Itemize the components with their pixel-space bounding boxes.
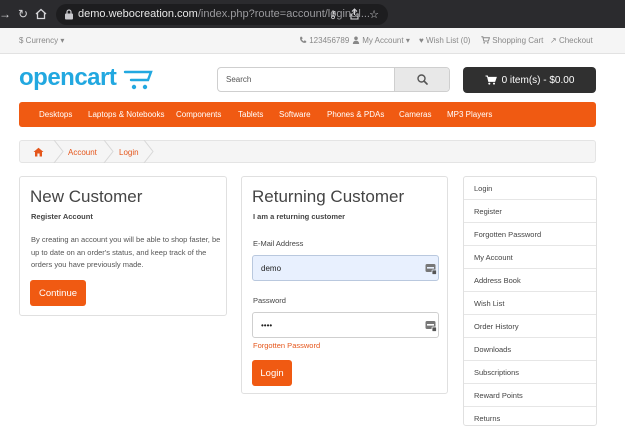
- search-bar: [217, 67, 450, 92]
- cart-total-label: 0 item(s) - $0.00: [501, 74, 575, 86]
- new-customer-title: New Customer: [30, 187, 143, 206]
- password-label: Password: [253, 296, 286, 305]
- share-icon[interactable]: [347, 8, 361, 22]
- returning-customer-heading: I am a returning customer: [253, 212, 346, 221]
- breadcrumb-separator: [53, 140, 64, 163]
- sidebar-item-forgotten-password[interactable]: Forgotten Password: [464, 223, 596, 246]
- continue-button[interactable]: Continue: [30, 280, 86, 306]
- breadcrumb-separator: [143, 140, 154, 163]
- account-sidebar: Login Register Forgotten Password My Acc…: [463, 176, 597, 426]
- currency-dropdown[interactable]: $ Currency ▾: [19, 36, 64, 45]
- search-button[interactable]: [394, 68, 449, 91]
- sidebar-item-downloads[interactable]: Downloads: [464, 338, 596, 361]
- new-customer-panel: New Customer Register Account By creatin…: [19, 176, 227, 316]
- address-bar[interactable]: demo.webocreation.com/index.php?route=ac…: [56, 4, 388, 25]
- cart-icon: [485, 75, 497, 85]
- password-manager-icon[interactable]: [425, 263, 437, 275]
- checkout-label: Checkout: [558, 36, 593, 45]
- store-logo[interactable]: opencart: [19, 64, 153, 94]
- share-arrow-icon: ↗: [550, 36, 557, 45]
- forward-icon[interactable]: →: [0, 7, 12, 21]
- sidebar-item-order-history[interactable]: Order History: [464, 315, 596, 338]
- search-input[interactable]: [218, 68, 396, 91]
- currency-label: $ Currency: [19, 36, 59, 45]
- shopping-cart-label: Shopping Cart: [492, 36, 544, 45]
- email-label: E-Mail Address: [253, 239, 304, 248]
- cart-icon: [481, 36, 491, 44]
- new-customer-description: By creating an account you will be able …: [31, 235, 221, 269]
- top-utility-bar: $ Currency ▾ 123456789 My Account ▾ ♥ Wi…: [0, 28, 625, 54]
- menu-item-mp3-players[interactable]: MP3 Players: [447, 110, 492, 119]
- home-icon[interactable]: [33, 147, 44, 157]
- sidebar-item-reward-points[interactable]: Reward Points: [464, 384, 596, 407]
- password-field[interactable]: [252, 312, 439, 338]
- login-button[interactable]: Login: [252, 360, 292, 386]
- sidebar-item-my-account[interactable]: My Account: [464, 246, 596, 269]
- phone-number: 123456789: [309, 36, 350, 45]
- my-account-dropdown[interactable]: My Account ▾: [352, 36, 410, 45]
- menu-item-cameras[interactable]: Cameras: [399, 110, 431, 119]
- search-icon: [416, 74, 428, 85]
- reload-icon[interactable]: ↻: [16, 7, 30, 21]
- logo-cart-icon: [123, 70, 153, 90]
- returning-customer-title: Returning Customer: [252, 187, 405, 206]
- menu-item-phones[interactable]: Phones & PDAs: [327, 110, 384, 119]
- menu-item-desktops[interactable]: Desktops: [39, 110, 72, 119]
- category-menu: Desktops Laptops & Notebooks Components …: [19, 102, 596, 127]
- bookmark-star-icon[interactable]: ☆: [367, 8, 381, 22]
- cart-button[interactable]: 0 item(s) - $0.00: [463, 67, 596, 93]
- register-account-heading: Register Account: [31, 212, 93, 221]
- breadcrumb-item-account[interactable]: Account: [68, 148, 97, 157]
- phone-icon: [300, 36, 307, 43]
- logo-text: opencart: [19, 64, 117, 91]
- home-icon[interactable]: [34, 7, 48, 21]
- checkout-link[interactable]: ↗ Checkout: [550, 36, 593, 45]
- returning-customer-panel: Returning Customer I am a returning cust…: [241, 176, 448, 394]
- browser-toolbar: → ↻ demo.webocreation.com/index.php?rout…: [0, 0, 625, 28]
- email-input[interactable]: [253, 256, 413, 280]
- menu-item-laptops[interactable]: Laptops & Notebooks: [88, 110, 165, 119]
- wish-list-label: Wish List (0): [425, 36, 471, 45]
- menu-item-tablets[interactable]: Tablets: [238, 110, 263, 119]
- sidebar-item-login[interactable]: Login: [464, 177, 596, 200]
- password-input[interactable]: [253, 313, 413, 337]
- user-icon: [352, 36, 360, 44]
- sidebar-item-returns[interactable]: Returns: [464, 407, 596, 425]
- sidebar-item-register[interactable]: Register: [464, 200, 596, 223]
- site-info-icon[interactable]: [64, 9, 74, 20]
- shopping-cart-link[interactable]: Shopping Cart: [481, 36, 543, 45]
- menu-item-software[interactable]: Software: [279, 110, 311, 119]
- password-manager-icon[interactable]: [425, 320, 437, 332]
- heart-icon: ♥: [419, 36, 424, 45]
- phone-link[interactable]: 123456789: [299, 36, 349, 45]
- wish-list-link[interactable]: ♥ Wish List (0): [419, 36, 470, 45]
- menu-item-components[interactable]: Components: [176, 110, 221, 119]
- my-account-label: My Account: [362, 36, 404, 45]
- forgotten-password-link[interactable]: Forgotten Password: [253, 341, 320, 350]
- breadcrumb-item-login[interactable]: Login: [119, 148, 139, 157]
- email-field[interactable]: [252, 255, 439, 281]
- url-path: /index.php?route=account/login&l...: [197, 8, 370, 20]
- url-host: demo.webocreation.com: [78, 8, 198, 20]
- key-icon[interactable]: ⚷: [326, 8, 340, 22]
- breadcrumb-separator: [103, 140, 114, 163]
- sidebar-item-subscriptions[interactable]: Subscriptions: [464, 361, 596, 384]
- sidebar-item-wish-list[interactable]: Wish List: [464, 292, 596, 315]
- breadcrumb: Account Login: [19, 140, 596, 163]
- sidebar-item-address-book[interactable]: Address Book: [464, 269, 596, 292]
